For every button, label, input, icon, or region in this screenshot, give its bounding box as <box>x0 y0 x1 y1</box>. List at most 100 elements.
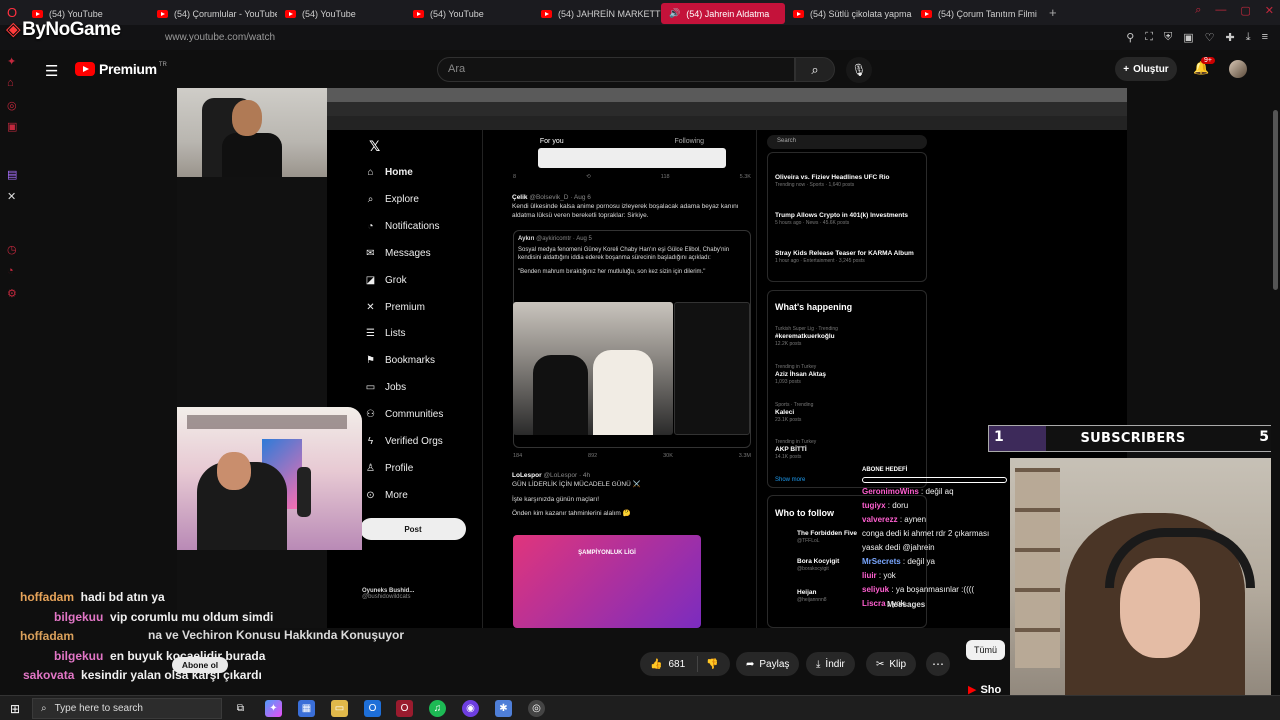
x-icon[interactable]: ✕ <box>7 190 16 203</box>
x-nav-label: Home <box>385 167 413 178</box>
trend-item: Sports · Trending Kaleci 23.1K posts <box>775 402 925 423</box>
file-explorer-icon[interactable]: ▭ <box>331 700 348 717</box>
browser-tab-active[interactable]: 🔊 (54) Jahrein Aldatma <box>661 3 785 24</box>
chat-user: hoffadam <box>20 590 74 604</box>
star-icon[interactable]: ✦ <box>7 55 16 68</box>
x-nav-label: Notifications <box>385 221 440 232</box>
x-nav-label: Verified Orgs <box>385 436 443 447</box>
pin-icon[interactable]: ⚲ <box>1126 31 1134 44</box>
tab-label: (54) YouTube <box>302 8 356 19</box>
spotify-icon[interactable]: ♫ <box>429 700 446 717</box>
quote-quote: "Benden mahrum bıraktığınız her mutluluğ… <box>518 269 706 276</box>
browser-tab[interactable]: (54) YouTube <box>277 3 405 24</box>
task-view-icon[interactable]: ⧉ <box>232 700 249 717</box>
trend-item: Oliveira vs. Fiziev Headlines UFC Rio Tre… <box>775 174 925 189</box>
panel-title: What's happening <box>775 302 853 312</box>
browser-tab[interactable]: (54) YouTube <box>405 3 533 24</box>
microphone-icon[interactable]: 🎙 <box>846 57 872 83</box>
x-logo-icon: 𝕏 <box>369 138 381 154</box>
new-tab-button[interactable]: + <box>1041 5 1065 20</box>
capture-icon[interactable]: ⛶ <box>1145 31 1153 44</box>
chat-line: Liscra : yok <box>862 597 1012 611</box>
trend-meta: Trending now · Sports · 1,640 posts <box>775 182 855 189</box>
chat-user: hoffadam <box>20 629 74 643</box>
x-nav-label: Profile <box>385 463 414 474</box>
more-actions-icon[interactable]: ⋯ <box>926 652 950 676</box>
history-icon[interactable]: ◷ <box>7 243 17 256</box>
share-button[interactable]: ➦ Paylaş <box>736 652 800 676</box>
app-icon[interactable]: ✱ <box>495 700 512 717</box>
opera-taskbar-icon[interactable]: O <box>396 700 413 717</box>
trend-title: Oliveira vs. Fiziev Headlines UFC Rio <box>775 174 890 181</box>
shield-icon[interactable]: ⛨ <box>1164 31 1172 44</box>
chat-user: liuir <box>862 571 877 580</box>
minimize-icon[interactable]: — <box>1215 4 1226 17</box>
dislike-button[interactable]: 👎 <box>698 659 718 670</box>
like-dislike-group: 👍 681 👎 <box>640 652 730 676</box>
youtube-icon <box>157 9 168 18</box>
like-button[interactable]: 👍 681 <box>640 656 698 672</box>
extension-icon[interactable]: ▣ <box>1183 31 1193 44</box>
store-icon[interactable]: ▦ <box>298 700 315 717</box>
trend-item: Trending in Turkey AKP BİTTİ 14.1K posts <box>775 439 925 460</box>
extension-toolbar: ⚲ ⛶ ⛨ ▣ ♡ ✚ ⤓ ≡ <box>1126 31 1268 44</box>
tab-label: (54) JAHREİN MARKETTE <box>558 8 661 19</box>
tweet-stats: 184 892 30K 3.3M <box>513 453 751 459</box>
windows-start-icon[interactable]: ⊞ <box>10 702 20 716</box>
speaker-icon[interactable]: 🔊 <box>669 8 680 19</box>
obs-icon[interactable]: ◉ <box>462 700 479 717</box>
hamburger-menu-icon[interactable]: ☰ <box>45 62 58 80</box>
heart-icon[interactable]: ♡ <box>1205 31 1215 44</box>
box-icon[interactable]: ▣ <box>7 120 17 133</box>
close-icon[interactable]: ✕ <box>1265 4 1274 17</box>
browser-tab[interactable]: (54) Çorumlular - YouTube <box>149 3 277 24</box>
taskbar-search-placeholder: Type here to search <box>54 703 143 714</box>
clock-icon[interactable]: ◔ <box>7 265 14 277</box>
card-text: ŞAMPİYONLUK LİGİ <box>578 550 636 556</box>
maximize-icon[interactable]: ▢ <box>1240 4 1250 17</box>
subscribe-button[interactable]: Abone ol <box>172 657 228 673</box>
messenger-icon[interactable]: ◎ <box>7 99 17 112</box>
filter-chip-all[interactable]: Tümü <box>966 640 1006 660</box>
webcam-right <box>1010 458 1280 720</box>
search-input[interactable]: Ara <box>437 57 795 82</box>
menu-icon[interactable]: ≡ <box>1262 31 1268 44</box>
youtube-logo[interactable]: Premium TR <box>75 61 167 77</box>
clip-button[interactable]: ✂ Klip <box>866 652 917 676</box>
x-nav-premium: ✕ Premium <box>365 302 425 313</box>
search-tabs-icon[interactable]: ⌕ <box>1195 4 1201 17</box>
steam-icon[interactable]: ◎ <box>528 700 545 717</box>
outlook-icon[interactable]: O <box>364 700 381 717</box>
create-label: Oluştur <box>1133 63 1169 75</box>
download-icon[interactable]: ⤓ <box>1246 31 1251 44</box>
wedding-photo <box>513 302 673 435</box>
tab-label: (54) YouTube <box>430 8 484 19</box>
thumbs-down-icon: 👎 <box>706 658 719 670</box>
settings-icon[interactable]: ⚙ <box>7 287 17 300</box>
browser-tab[interactable]: (54) Sütlü çikolata yapma <box>785 3 913 24</box>
x-nav-label: Jobs <box>385 382 407 393</box>
logo-region: TR <box>158 62 167 68</box>
browser-tab[interactable]: (54) Çorum Tanıtım Filmi <box>913 3 1041 24</box>
puzzle-icon[interactable]: ✚ <box>1225 31 1234 44</box>
chat-line: liuir : yok <box>862 569 1012 583</box>
page-scrollbar[interactable] <box>1271 50 1280 695</box>
url-field[interactable]: www.youtube.com/watch <box>165 32 275 43</box>
window-controls: ⌕ — ▢ ✕ <box>1195 4 1274 17</box>
bag-icon[interactable]: ⌂ <box>7 77 14 89</box>
taskbar-search-input[interactable]: ⌕ Type here to search <box>32 698 222 719</box>
home-icon: ⌂ <box>367 167 374 178</box>
tweet: Çelik @Bolsevik_D · Aug 6 Kendi ülkesind… <box>490 194 752 220</box>
avatar[interactable] <box>1229 60 1247 78</box>
copilot-icon[interactable]: ✦ <box>265 700 282 717</box>
tab-label: (54) Jahrein Aldatma <box>686 8 770 19</box>
create-button[interactable]: + Oluştur <box>1115 57 1177 81</box>
scrollbar-thumb[interactable] <box>1273 110 1278 290</box>
search-icon[interactable]: ⌕ <box>795 57 835 82</box>
x-nav-label: Grok <box>385 275 407 286</box>
twitch-icon[interactable]: ▤ <box>7 168 17 181</box>
chat-text: ya boşanmasınlar :(((( <box>895 585 975 594</box>
tweet-text: Önden kim kazanır tahminlerini alalım 🤔 <box>512 510 631 518</box>
browser-tab[interactable]: (54) JAHREİN MARKETTE <box>533 3 661 24</box>
download-button[interactable]: ⤓ İndir <box>806 652 855 676</box>
